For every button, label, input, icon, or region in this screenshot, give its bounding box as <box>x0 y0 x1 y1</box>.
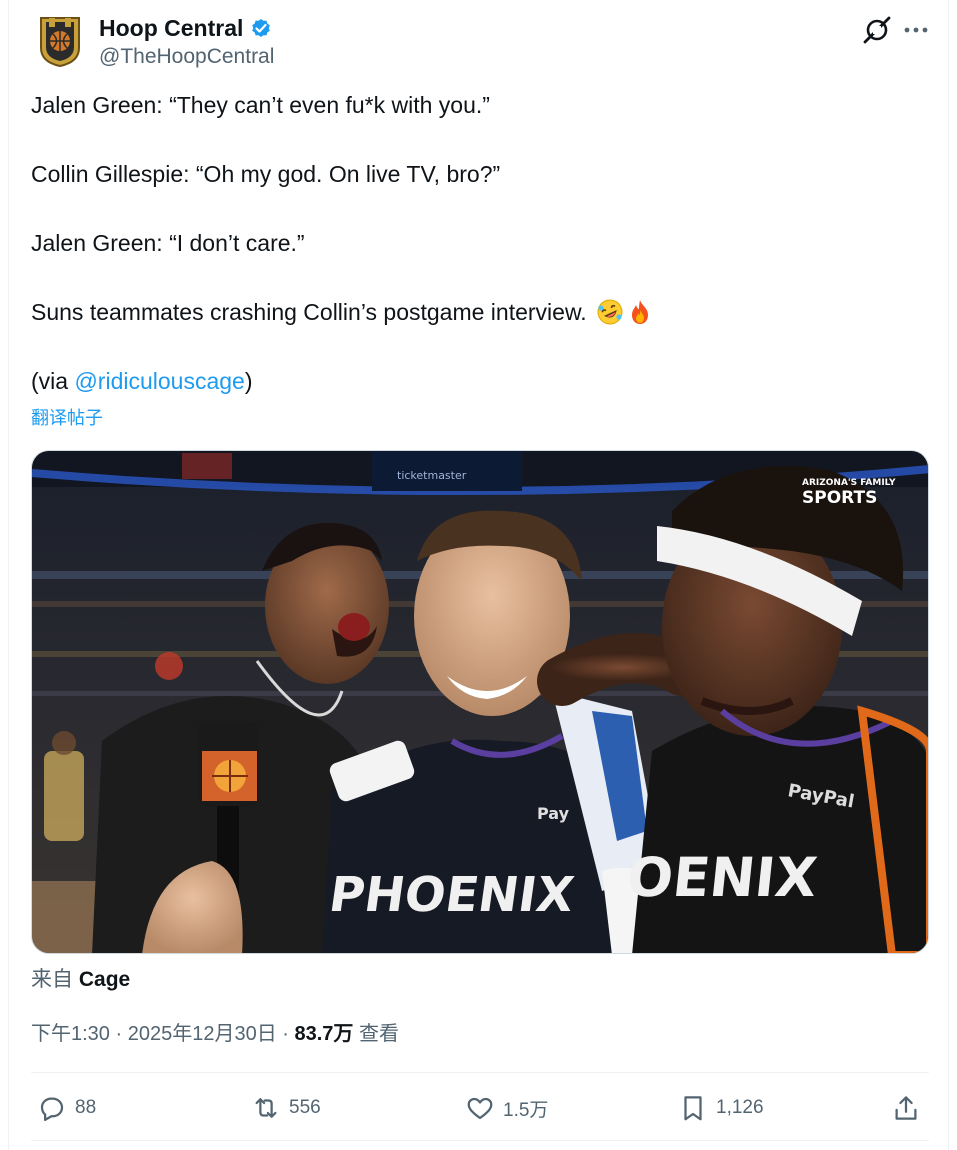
meta-separator: · <box>276 1023 295 1045</box>
watermark-line-2: SPORTS <box>802 488 877 508</box>
views-count: 83.7万 <box>294 1023 354 1045</box>
author-handle[interactable]: @TheHoopCentral <box>99 44 274 70</box>
tweet-line-3: Jalen Green: “I don’t care.” <box>31 230 305 256</box>
reply-button[interactable]: 88 <box>37 1078 96 1138</box>
board-text: ticketmaster <box>397 469 467 482</box>
tweet-time[interactable]: 下午1:30 <box>31 1023 110 1045</box>
retweet-count: 556 <box>289 1097 321 1118</box>
source-name-link[interactable]: Cage <box>79 968 130 991</box>
source-prefix: 来自 <box>31 968 79 991</box>
tweet-meta: 下午1:30 · 2025年12月30日 · 83.7万 查看 <box>31 1020 399 1048</box>
views-label: 查看 <box>353 1023 399 1045</box>
bookmark-icon <box>684 1096 702 1121</box>
bookmark-button[interactable]: 1,126 <box>678 1078 764 1138</box>
reply-count: 88 <box>75 1097 97 1118</box>
action-bar: 88 556 1.5万 1,126 <box>31 1078 929 1138</box>
watermark-line-1: ARIZONA'S FAMILY <box>802 478 896 488</box>
tweet-line-2: Collin Gillespie: “Oh my god. On live TV… <box>31 161 501 187</box>
avatar[interactable] <box>37 14 83 68</box>
tweet-date[interactable]: 2025年12月30日 <box>128 1023 277 1045</box>
share-button[interactable] <box>891 1078 921 1138</box>
retweet-icon <box>255 1098 277 1118</box>
jersey-text-right: OENIX <box>624 846 820 909</box>
fire-emoji <box>632 300 649 324</box>
divider <box>31 1140 929 1141</box>
via-prefix: (via <box>31 368 75 394</box>
mention-link[interactable]: @ridiculouscage <box>74 368 244 394</box>
divider <box>31 1072 929 1073</box>
bookmark-count: 1,126 <box>716 1097 764 1118</box>
more-icon[interactable] <box>900 14 932 46</box>
rolling-laughing-emoji <box>597 299 623 325</box>
like-button[interactable]: 1.5万 <box>465 1078 548 1138</box>
tweet-line-4-text: Suns teammates crashing Collin’s postgam… <box>31 299 587 325</box>
verified-badge-icon <box>252 19 271 37</box>
retweet-button[interactable]: 556 <box>251 1078 321 1138</box>
author-display-name[interactable]: Hoop Central <box>99 14 243 42</box>
jersey-text-left: PHOENIX <box>326 867 578 923</box>
grok-icon[interactable] <box>861 14 893 46</box>
like-count: 1.5万 <box>503 1099 549 1121</box>
meta-separator: · <box>109 1023 128 1045</box>
translate-post-link[interactable]: 翻译帖子 <box>31 406 103 430</box>
tweet-line-4: Suns teammates crashing Collin’s postgam… <box>31 295 911 329</box>
heart-icon <box>467 1097 493 1120</box>
share-icon <box>895 1096 917 1120</box>
source-attribution: 来自 Cage <box>31 966 130 994</box>
via-suffix: ) <box>244 368 253 394</box>
reply-icon <box>40 1097 64 1121</box>
video-media[interactable]: ticketmaster PHOENIX Pay OENIX PayPal AR… <box>31 450 929 954</box>
tweet-line-1: Jalen Green: “They can’t even fu*k with … <box>31 92 490 118</box>
tweet-via-line: (via @ridiculouscage) <box>31 364 911 398</box>
tweet-text: Jalen Green: “They can’t even fu*k with … <box>31 88 911 398</box>
video-frame: ticketmaster PHOENIX Pay OENIX PayPal AR… <box>32 451 928 953</box>
sponsor-text-left: Pay <box>537 804 570 823</box>
